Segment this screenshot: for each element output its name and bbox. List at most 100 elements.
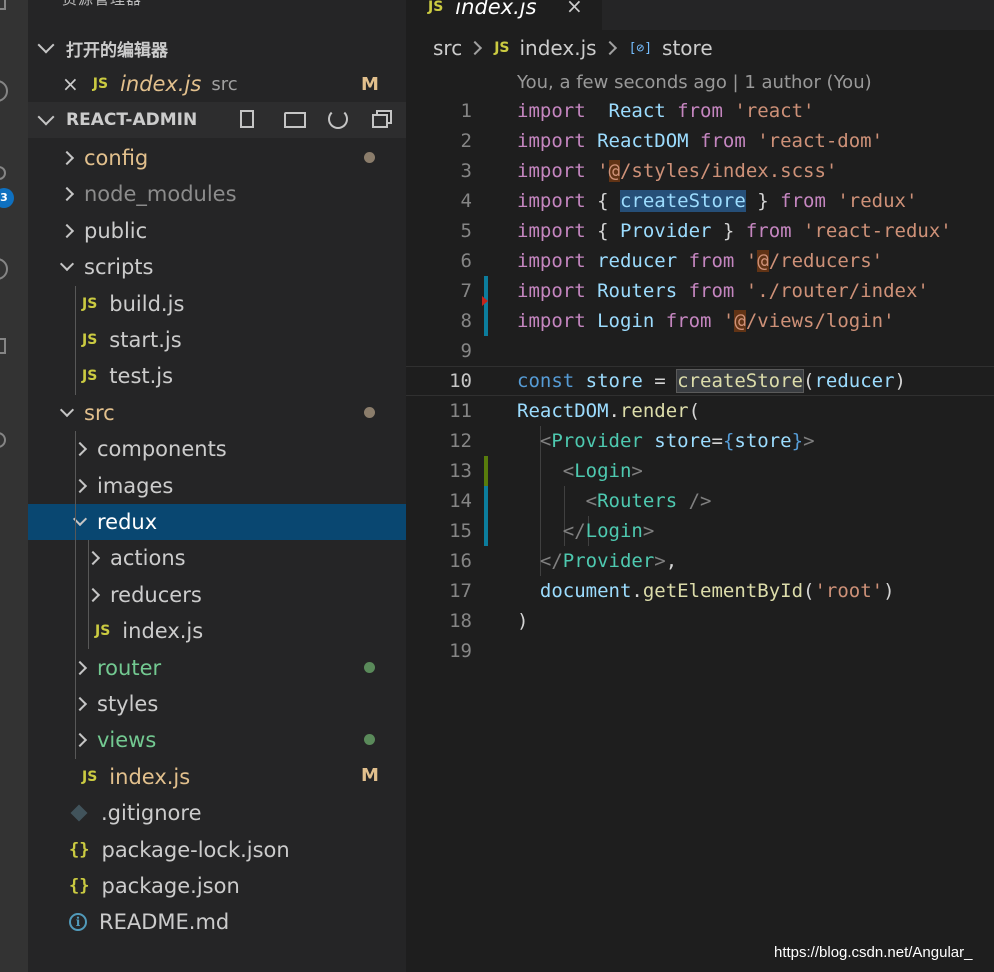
chevron-right-icon xyxy=(468,40,483,56)
tree-folder[interactable]: styles xyxy=(28,686,406,722)
code-line[interactable]: 7 import Routers from './router/index' xyxy=(406,276,994,306)
tree-file[interactable]: JS build.js xyxy=(28,286,406,322)
settings-icon[interactable] xyxy=(0,432,6,448)
open-editor-item[interactable]: × JS index.js src M xyxy=(28,66,406,102)
tree-folder[interactable]: public xyxy=(28,213,406,249)
chevron-down-icon xyxy=(37,36,55,54)
code-token: ' xyxy=(597,160,609,182)
line-number: 1 xyxy=(460,100,472,122)
code-line[interactable]: 11 ReactDOM.render( xyxy=(406,396,994,426)
search-icon[interactable] xyxy=(0,80,8,102)
code-token: React xyxy=(608,100,666,122)
code-line[interactable]: 15 </Login> xyxy=(406,516,994,546)
code-token: document xyxy=(539,580,632,602)
tree-item-label: config xyxy=(84,146,149,170)
refresh-button[interactable] xyxy=(328,108,350,130)
code-line[interactable]: 18) xyxy=(406,606,994,636)
line-number: 8 xyxy=(460,310,472,332)
code-line[interactable]: 14 <Routers /> xyxy=(406,486,994,516)
tree-file[interactable]: JS test.js xyxy=(28,358,406,394)
tree-item-label: build.js xyxy=(109,292,185,316)
tree-file[interactable]: .gitignore xyxy=(28,795,406,831)
code-token: ReactDOM xyxy=(597,130,689,152)
js-file-icon: JS xyxy=(92,76,109,92)
code-line[interactable]: 13 <Login> xyxy=(406,456,994,486)
git-change-marker[interactable] xyxy=(484,516,488,546)
tree-item-label: redux xyxy=(97,510,158,534)
code-token: render xyxy=(619,400,689,422)
tree-folder[interactable]: views xyxy=(28,722,406,758)
js-file-icon: JS xyxy=(494,40,510,56)
explorer-sidebar: 资源管理器 打开的编辑器 × JS index.js src M REACT-A… xyxy=(28,0,406,972)
tree-file[interactable]: JS index.js M xyxy=(28,759,406,795)
code-line[interactable]: 9 xyxy=(406,336,994,366)
tree-folder[interactable]: scripts xyxy=(28,249,406,285)
tree-folder[interactable]: components xyxy=(28,431,406,467)
tree-item-label: reducers xyxy=(110,583,202,607)
new-folder-icon xyxy=(284,112,306,128)
tree-item-label: test.js xyxy=(109,364,174,388)
code-text: import { createStore } from 'redux' xyxy=(517,186,917,216)
activity-bar: 3 xyxy=(0,0,28,972)
breadcrumb-folder[interactable]: src xyxy=(433,36,462,60)
debug-icon[interactable] xyxy=(0,258,8,280)
tree-folder[interactable]: reducers xyxy=(28,577,406,613)
git-change-marker[interactable] xyxy=(484,486,488,516)
code-line[interactable]: 6 import reducer from '@/reducers' xyxy=(406,246,994,276)
tab-index-js[interactable]: JS index.js × xyxy=(406,0,602,30)
code-line[interactable]: 3 import '@/styles/index.scss' xyxy=(406,156,994,186)
tree-folder[interactable]: actions xyxy=(28,540,406,576)
tree-folder[interactable]: src xyxy=(28,395,406,431)
breadcrumb-file[interactable]: index.js xyxy=(520,36,597,60)
git-status-dot xyxy=(364,407,375,418)
git-change-marker[interactable] xyxy=(484,306,488,336)
open-editors-title: 打开的编辑器 xyxy=(66,40,168,61)
code-token: Login xyxy=(574,460,632,482)
tree-folder[interactable]: config xyxy=(28,140,406,176)
source-control-icon[interactable] xyxy=(0,166,6,180)
tree-file[interactable]: i README.md xyxy=(28,904,406,940)
code-text: <Login> xyxy=(517,456,643,486)
code-line[interactable]: 12 <Provider store={store}> xyxy=(406,426,994,456)
code-line[interactable]: 2 import ReactDOM from 'react-dom' xyxy=(406,126,994,156)
line-number: 4 xyxy=(460,190,472,212)
tree-folder[interactable]: node_modules xyxy=(28,176,406,212)
tree-folder[interactable]: images xyxy=(28,468,406,504)
code-line[interactable]: 17 document.getElementById('root') xyxy=(406,576,994,606)
close-icon[interactable]: × xyxy=(566,0,583,18)
code-line[interactable]: 19 xyxy=(406,636,994,666)
extensions-icon[interactable] xyxy=(0,338,6,354)
tree-file[interactable]: {} package.json xyxy=(28,868,406,904)
new-file-button[interactable] xyxy=(240,108,262,130)
git-change-marker[interactable] xyxy=(484,456,488,486)
tree-folder[interactable]: router xyxy=(28,650,406,686)
new-folder-button[interactable] xyxy=(284,108,306,130)
close-icon[interactable]: × xyxy=(62,72,79,96)
tree-file[interactable]: {} package-lock.json xyxy=(28,832,406,868)
code-line[interactable]: 1 import React from 'react' xyxy=(406,96,994,126)
git-blame-lens[interactable]: You, a few seconds ago | 1 author (You) xyxy=(517,72,872,93)
source-control-badge: 3 xyxy=(0,188,14,208)
code-line[interactable]: 16 </Provider>, xyxy=(406,546,994,576)
tree-file[interactable]: JS index.js xyxy=(28,613,406,649)
tree-file[interactable]: JS start.js xyxy=(28,322,406,358)
code-line[interactable]: 5 import { Provider } from 'react-redux' xyxy=(406,216,994,246)
code-token: import xyxy=(517,280,598,302)
project-section[interactable]: REACT-ADMIN xyxy=(28,102,406,138)
line-number: 18 xyxy=(449,610,472,632)
tree-folder[interactable]: redux xyxy=(28,504,406,540)
code-line[interactable]: 4 import { createStore } from 'redux' xyxy=(406,186,994,216)
breadcrumb-symbol[interactable]: store xyxy=(662,36,713,60)
code-token: > xyxy=(654,550,666,572)
code-line[interactable]: 10 const store = createStore(reducer) xyxy=(406,366,994,396)
open-editors-section[interactable]: 打开的编辑器 xyxy=(28,30,406,66)
line-number: 17 xyxy=(449,580,472,602)
code-token: store xyxy=(642,430,712,452)
code-line[interactable]: 8 import Login from '@/views/login' xyxy=(406,306,994,336)
collapse-all-button[interactable] xyxy=(372,108,394,130)
explorer-icon[interactable] xyxy=(0,0,6,10)
tree-item-label: README.md xyxy=(99,910,230,934)
